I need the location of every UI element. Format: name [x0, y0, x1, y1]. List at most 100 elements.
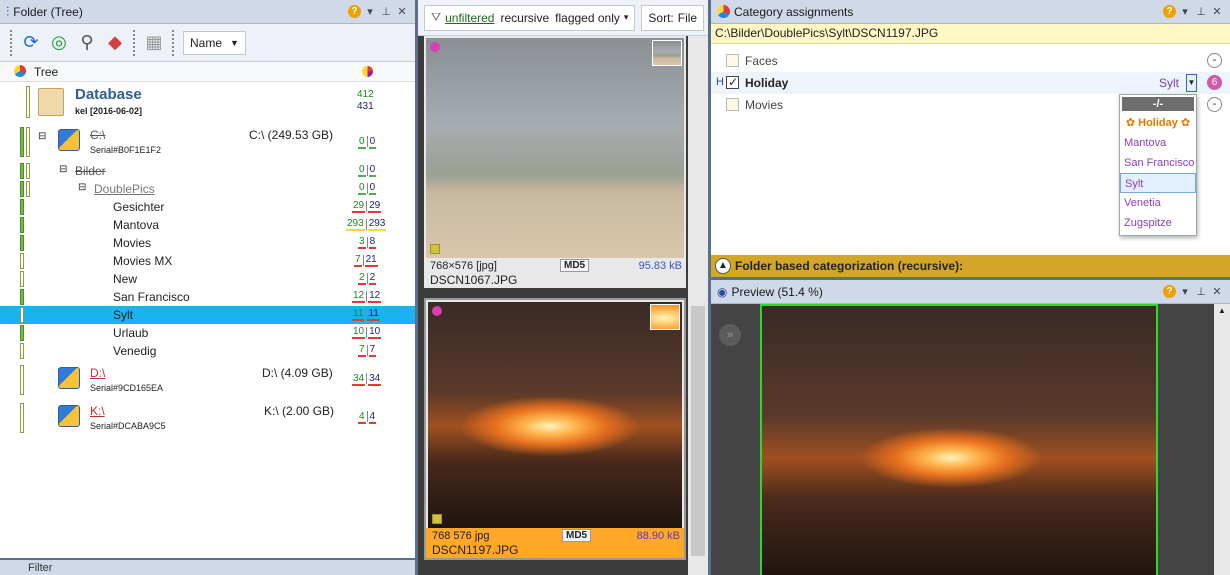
flagged-only-option[interactable]: flagged only	[555, 11, 620, 25]
close-icon[interactable]: ✕	[395, 5, 409, 18]
scrollbar-thumb[interactable]	[691, 306, 705, 556]
tree-node-drive-k[interactable]: K:\ Serial#DCABA9C5 K:\ (2.00 GB) 44	[0, 400, 415, 436]
hotkey-label: H	[716, 76, 724, 88]
chevron-down-icon[interactable]: ▼	[1186, 74, 1197, 92]
collapse-icon[interactable]: ⊟	[59, 164, 67, 175]
category-panel-title: Category assignments	[734, 4, 854, 19]
sort-value[interactable]: File	[678, 11, 697, 25]
folder-label: Movies MX	[113, 254, 173, 268]
category-row-holiday[interactable]: H Holiday Sylt ▼ 6	[711, 72, 1230, 94]
recursive-option[interactable]: recursive	[500, 11, 549, 25]
dropdown-item[interactable]: Zugspitze	[1120, 213, 1196, 233]
collapse-icon[interactable]: ⊟	[78, 182, 86, 193]
tree-node-movies[interactable]: Movies 38	[0, 234, 415, 252]
collapse-icon[interactable]: ⊟	[38, 131, 46, 142]
folder-counts: 12 12	[352, 290, 382, 303]
usage-gauge	[26, 127, 30, 157]
tree-node-venedig[interactable]: Venedig 77	[0, 342, 415, 360]
tree-node-doublepics[interactable]: ⊟ DoublePics 00	[0, 180, 415, 198]
filter-box[interactable]: ⛛ unfiltered recursive flagged only ▾	[424, 4, 636, 31]
tree-node-movies-mx[interactable]: Movies MX 7 21	[0, 252, 415, 270]
category-checkbox[interactable]	[726, 75, 739, 89]
folder-counts: 22	[358, 272, 377, 285]
chevron-down-icon[interactable]: ▾	[624, 12, 629, 23]
tree-node-drive-c[interactable]: ⊟ C:\ Serial#B0F1E1F2 C:\ (249.53 GB) 00	[0, 124, 415, 160]
thumbnail-toolbar: ⛛ unfiltered recursive flagged only ▾ So…	[418, 0, 708, 36]
subcategory-combo[interactable]: Sylt ▼	[1159, 74, 1197, 92]
unfiltered-link[interactable]: unfiltered	[445, 11, 494, 25]
filter-panel-titlebar[interactable]: Filter	[0, 560, 415, 575]
tree-node-new[interactable]: New 22	[0, 270, 415, 288]
folder-label: Bilder	[75, 164, 106, 178]
grid-icon[interactable]: ▦	[140, 29, 168, 57]
sort-box[interactable]: Sort: File	[641, 4, 705, 31]
flag-icon	[430, 244, 440, 254]
search-icon[interactable]: ⚲	[73, 29, 101, 57]
dropdown-menu-icon[interactable]: ▾	[1178, 5, 1192, 18]
refresh-icon[interactable]: ⟳	[17, 29, 45, 57]
dropdown-menu-icon[interactable]: ▾	[1178, 285, 1192, 298]
tree-node-mantova[interactable]: Mantova 293 293	[0, 216, 415, 234]
category-row-faces[interactable]: Faces -	[711, 50, 1230, 72]
drive-icon	[58, 129, 80, 151]
drive-serial: Serial#B0F1E1F2	[90, 145, 162, 155]
dropdown-item[interactable]: ✿ Holiday ✿	[1120, 113, 1196, 133]
close-icon[interactable]: ✕	[1210, 285, 1224, 298]
fingerprint-icon[interactable]: ◎	[45, 29, 73, 57]
tree-node-bilder[interactable]: ⊟ Bilder 00	[0, 162, 415, 180]
folder-panel-titlebar: ⫶ Folder (Tree) ? ▾ ⊥ ✕	[0, 0, 415, 24]
folder-based-section[interactable]: ▲ Folder based categorization (recursive…	[711, 255, 1230, 277]
categorize-icon[interactable]: ◆	[101, 29, 129, 57]
filter-panel-title: Filter	[28, 562, 53, 574]
dropdown-item[interactable]: Mantova	[1120, 133, 1196, 153]
dropdown-item[interactable]: San Francisco	[1120, 153, 1196, 173]
tree-node-san-francisco[interactable]: San Francisco 12 12	[0, 288, 415, 306]
thumbnail-scrollbar[interactable]	[688, 36, 708, 575]
pin-icon[interactable]: ⊥	[1194, 5, 1208, 18]
tree-node-sylt[interactable]: Sylt 11 11	[0, 306, 415, 324]
category-checkbox[interactable]	[726, 98, 739, 111]
pin-icon[interactable]: ⊥	[379, 5, 393, 18]
preview-scrollbar[interactable]: ▲	[1214, 304, 1230, 575]
folder-label: Mantova	[113, 218, 160, 232]
dropdown-item-selected[interactable]: Sylt	[1120, 173, 1196, 193]
thumbnail-card[interactable]: 768×576 [jpg] MD5 95.83 kB DSCN1067.JPG	[424, 36, 686, 288]
help-icon[interactable]: ?	[1163, 5, 1176, 18]
folder-label: DoublePics	[94, 182, 155, 196]
pin-icon[interactable]: ⊥	[1194, 285, 1208, 298]
close-icon[interactable]: ✕	[1210, 5, 1224, 18]
help-icon[interactable]: ?	[348, 5, 361, 18]
sort-name-combo[interactable]: Name ▼	[183, 30, 246, 55]
category-checkbox[interactable]	[726, 54, 739, 67]
usage-gauge	[20, 163, 24, 179]
thumbnail-card-selected[interactable]: 768 576 jpg MD5 88.90 kB DSCN1197.JPG	[424, 298, 686, 560]
tree-node-gesichter[interactable]: Gesichter 29 29	[0, 198, 415, 216]
preview-image[interactable]	[760, 304, 1158, 575]
funnel-icon: ⛛	[431, 10, 442, 24]
file-size: 88.90 kB	[636, 530, 680, 542]
help-icon[interactable]: ?	[1163, 285, 1176, 298]
dropdown-item[interactable]: Venetia	[1120, 193, 1196, 213]
tree-node-urlaub[interactable]: Urlaub 10 10	[0, 324, 415, 342]
dropdown-header[interactable]: -/-	[1122, 97, 1194, 111]
remove-icon[interactable]: -	[1207, 97, 1222, 112]
tree-node-drive-d[interactable]: D:\ Serial#9CD165EA D:\ (4.09 GB) 34 34	[0, 362, 415, 398]
dropdown-menu-icon[interactable]: ▾	[363, 5, 377, 18]
folder-counts: 293 293	[346, 218, 387, 231]
file-name: DSCN1197.JPG	[432, 543, 519, 557]
file-size: 95.83 kB	[638, 260, 682, 272]
chevron-up-icon[interactable]: ▲	[715, 258, 731, 274]
thumbnail-image	[426, 38, 684, 258]
tree-node-database[interactable]: Database kel [2016-06-02] 412 431	[0, 82, 415, 122]
toolbar-grip	[10, 29, 13, 56]
category-panel: Category assignments ? ▾ ⊥ ✕ C:\Bilder\D…	[711, 0, 1230, 277]
category-panel-titlebar: Category assignments ? ▾ ⊥ ✕	[711, 0, 1230, 24]
drive-counts: 44	[358, 411, 377, 424]
scroll-up-icon[interactable]: ▲	[1218, 306, 1226, 315]
category-label: Holiday	[745, 76, 789, 90]
folder-toolbar: ⟳ ◎ ⚲ ◆ ▦ Name ▼	[0, 24, 415, 62]
remove-icon[interactable]: -	[1207, 53, 1222, 68]
chevron-down-icon: ▼	[230, 37, 239, 48]
next-icon[interactable]: »	[719, 324, 741, 346]
usage-gauge	[20, 403, 24, 433]
